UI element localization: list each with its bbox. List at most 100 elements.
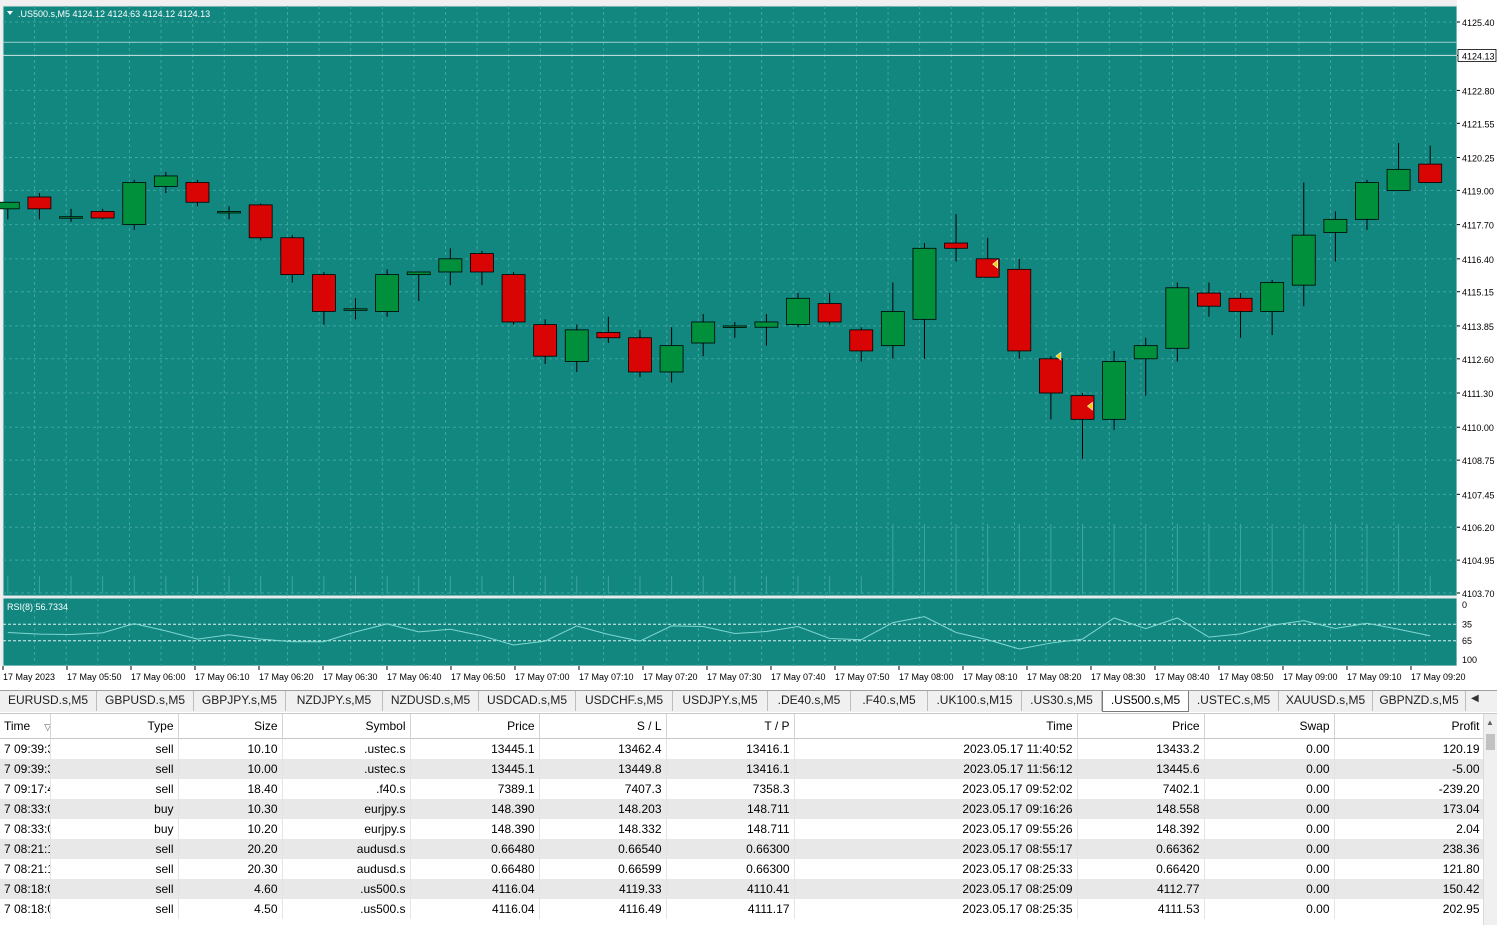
table-cell: 4116.04 <box>410 899 540 919</box>
bull-candle[interactable] <box>1323 218 1348 233</box>
bull-candle[interactable] <box>722 325 747 328</box>
column-header[interactable]: Price <box>410 714 540 739</box>
bull-candle[interactable] <box>786 297 810 326</box>
table-row[interactable]: 7 08:18:05sell4.50.us500.s4116.044116.49… <box>0 899 1485 919</box>
bear-candle[interactable] <box>533 324 558 357</box>
column-header[interactable]: T / P <box>666 714 795 739</box>
bull-candle[interactable] <box>880 311 905 347</box>
table-cell: 0.66300 <box>666 859 795 879</box>
table-row[interactable]: 7 09:39:33sell10.10.ustec.s13445.113462.… <box>0 738 1485 759</box>
bull-candle[interactable] <box>1102 361 1127 420</box>
chart-tab[interactable]: XAUUSD.s,M5 <box>1279 691 1373 711</box>
bear-candle[interactable] <box>817 303 842 323</box>
table-cell: 7358.3 <box>666 779 795 799</box>
bull-candle[interactable] <box>122 182 147 226</box>
chart-tab[interactable]: GBPUSD.s,M5 <box>97 691 194 711</box>
bull-candle[interactable] <box>1260 282 1285 312</box>
chart-tab[interactable]: EURUSD.s,M5 <box>0 691 97 711</box>
bear-candle[interactable] <box>849 329 874 352</box>
column-header[interactable]: Size <box>178 714 283 739</box>
bear-candle[interactable] <box>628 337 652 373</box>
price-scale-label: 4115.15 <box>1462 288 1494 298</box>
column-header[interactable]: Profit <box>1334 714 1485 739</box>
chart-tab[interactable]: USDCAD.s,M5 <box>479 691 576 711</box>
table-row[interactable]: 7 08:33:09buy10.20eurjpy.s148.390148.332… <box>0 819 1485 839</box>
bull-candle[interactable] <box>659 345 684 373</box>
bear-candle[interactable] <box>596 332 621 339</box>
bear-candle[interactable] <box>501 274 526 323</box>
triangle-left-icon[interactable]: ◀ <box>1471 693 1479 704</box>
table-row[interactable]: 7 08:21:13sell20.20audusd.s0.664800.6654… <box>0 839 1485 859</box>
scroll-up-icon[interactable]: ▲ <box>1486 718 1494 727</box>
chart-tab[interactable]: .DE40.s,M5 <box>768 691 851 711</box>
bear-candle[interactable] <box>1007 268 1032 352</box>
chart-tab[interactable]: GBPJPY.s,M5 <box>194 691 286 711</box>
column-header[interactable]: Time ▽ <box>0 714 51 739</box>
chart-tab[interactable]: .US30.s,M5 <box>1022 691 1102 711</box>
table-cell: .ustec.s <box>282 738 411 759</box>
chart-tab[interactable]: GBPNZD.s,M5 <box>1373 691 1466 711</box>
chart-tab[interactable]: .USTEC.s,M5 <box>1189 691 1279 711</box>
table-cell: 148.203 <box>539 799 667 819</box>
column-header[interactable]: Swap <box>1204 714 1335 739</box>
bull-candle[interactable] <box>564 329 589 362</box>
table-cell: 2023.05.17 08:25:09 <box>794 879 1078 899</box>
bull-candle[interactable] <box>1165 287 1190 349</box>
bull-candle[interactable] <box>343 308 368 311</box>
bear-candle[interactable] <box>944 242 968 249</box>
bull-candle[interactable] <box>406 271 431 276</box>
bull-candle[interactable] <box>1355 182 1379 220</box>
bull-candle[interactable] <box>912 247 937 320</box>
bear-candle[interactable] <box>27 196 52 210</box>
bear-candle[interactable] <box>185 182 210 203</box>
chart-tab[interactable]: .F40.s,M5 <box>851 691 928 711</box>
column-header[interactable]: S / L <box>539 714 667 739</box>
bull-candle[interactable] <box>438 258 463 273</box>
bear-candle[interactable] <box>280 237 305 276</box>
chart-tab[interactable]: USDJPY.s,M5 <box>673 691 768 711</box>
price-scale-label: 4106.20 <box>1462 523 1495 533</box>
bear-candle[interactable] <box>1418 163 1443 183</box>
column-header[interactable]: Type <box>50 714 179 739</box>
table-cell: 0.00 <box>1204 839 1335 859</box>
sort-descending-icon[interactable]: ▽ <box>44 722 49 732</box>
bull-candle[interactable] <box>1133 345 1158 360</box>
vertical-scrollbar[interactable]: ▲ <box>1483 714 1497 925</box>
bear-candle[interactable] <box>1228 297 1253 312</box>
chart-header-quote: .US500.s,M5 4124.12 4124.63 4124.12 4124… <box>18 9 210 19</box>
bear-candle[interactable] <box>470 253 494 273</box>
bull-candle[interactable] <box>1386 168 1411 191</box>
column-header[interactable]: Time <box>794 714 1078 739</box>
column-header[interactable]: Symbol <box>282 714 411 739</box>
bull-candle[interactable] <box>375 274 400 312</box>
price-scale-label: 4117.70 <box>1462 221 1494 231</box>
bull-candle[interactable] <box>1291 234 1316 286</box>
table-row[interactable]: 7 09:17:47sell18.40.f40.s7389.17407.3735… <box>0 779 1485 799</box>
bull-candle[interactable] <box>691 321 716 344</box>
bear-candle[interactable] <box>1197 292 1221 307</box>
price-chart[interactable]: 4125.40 4124.13 4122.80 4121.55 4120.25 4119.… <box>0 0 1497 690</box>
column-header[interactable]: Price <box>1077 714 1205 739</box>
chart-tab[interactable]: NZDUSD.s,M5 <box>383 691 479 711</box>
bull-candle[interactable] <box>0 201 20 210</box>
time-scale-label: 17 May 06:40 <box>387 672 442 682</box>
chart-tab[interactable]: .UK100.s,M15 <box>928 691 1022 711</box>
bull-candle[interactable] <box>217 211 241 214</box>
bear-candle[interactable] <box>90 211 115 219</box>
scrollbar-thumb[interactable] <box>1486 734 1495 750</box>
bear-candle[interactable] <box>248 204 273 239</box>
chart-tab[interactable]: .US500.s,M5 <box>1102 691 1189 712</box>
bull-candle[interactable] <box>754 321 779 328</box>
table-row[interactable]: 7 08:33:09buy10.30eurjpy.s148.390148.203… <box>0 799 1485 819</box>
chart-window[interactable]: 4125.40 4124.13 4122.80 4121.55 4120.25 4119.… <box>0 0 1497 690</box>
chart-tab[interactable]: USDCHF.s,M5 <box>576 691 673 711</box>
bear-candle[interactable] <box>311 274 336 312</box>
bull-candle[interactable] <box>153 175 178 187</box>
chart-tab[interactable]: NZDJPY.s,M5 <box>286 691 383 711</box>
time-scale-label: 17 May 07:50 <box>835 672 890 682</box>
table-row[interactable]: 7 08:18:05sell4.60.us500.s4116.044119.33… <box>0 879 1485 899</box>
table-row[interactable]: 7 08:21:13sell20.30audusd.s0.664800.6659… <box>0 859 1485 879</box>
bull-candle[interactable] <box>59 216 83 219</box>
table-row[interactable]: 7 09:39:33sell10.00.ustec.s13445.113449.… <box>0 759 1485 779</box>
bear-candle[interactable] <box>1038 358 1063 394</box>
